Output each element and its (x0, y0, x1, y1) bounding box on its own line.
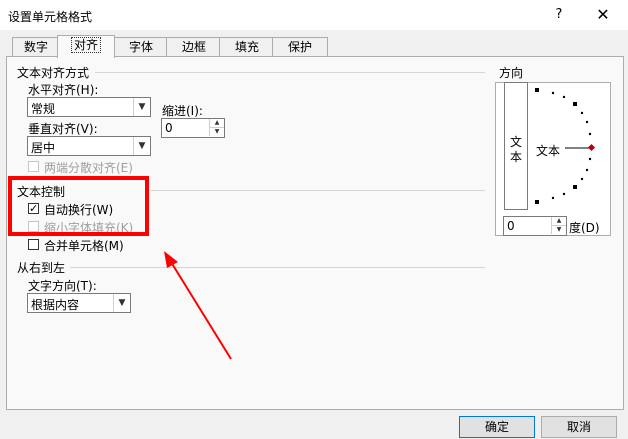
annotation-arrow-icon (164, 251, 232, 360)
